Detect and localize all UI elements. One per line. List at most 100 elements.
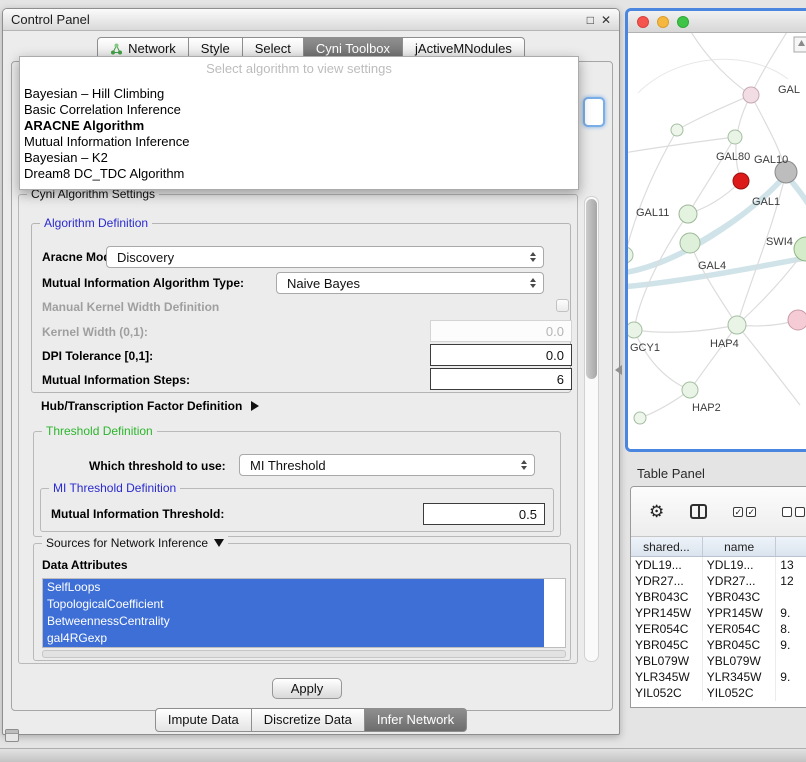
table-panel-toolbar: ⚙ ✓ ✓ — [631, 487, 806, 537]
table-row[interactable]: YBR043C YBR043C — [631, 589, 806, 605]
tab-infer-network[interactable]: Infer Network — [365, 708, 467, 732]
table-row[interactable]: YLR345W YLR345W 9. — [631, 669, 806, 685]
kernel-width-field[interactable]: 0.0 — [430, 320, 572, 342]
aracne-mode-value: Discovery — [117, 250, 530, 265]
apply-button-label: Apply — [291, 681, 324, 696]
zoom-traffic-light-icon[interactable] — [677, 16, 689, 28]
dpi-tolerance-label: DPI Tolerance [0,1]: — [42, 349, 153, 363]
combo-arrows-icon — [530, 278, 536, 288]
table-row[interactable]: YDL19... YDL19... 13 — [631, 557, 806, 573]
tab-infer-network-label: Infer Network — [377, 712, 454, 727]
table-row[interactable]: YER054C YER054C 8. — [631, 621, 806, 637]
unchecked-box-icon — [795, 507, 805, 517]
settings-scrollbar-thumb[interactable] — [586, 199, 597, 379]
control-panel-window: Control Panel □ ✕ Network Style Select C… — [2, 8, 620, 735]
list-item[interactable]: TopologicalCoefficient — [43, 596, 544, 613]
algorithm-option[interactable]: Dream8 DC_TDC Algorithm — [20, 166, 578, 182]
deselect-all-columns-icon[interactable] — [782, 507, 805, 517]
table-row[interactable]: YBR045C YBR045C 9. — [631, 637, 806, 653]
column-header[interactable] — [776, 537, 806, 556]
node-label: SWI4 — [766, 236, 793, 248]
mi-type-select[interactable]: Naive Bayes — [276, 272, 544, 294]
network-node[interactable] — [628, 247, 633, 263]
network-node-red[interactable] — [733, 173, 749, 189]
threshold-definition-title: Threshold Definition — [42, 424, 157, 438]
manual-kernel-label: Manual Kernel Width Definition — [42, 300, 219, 314]
settings-scrollbar-track[interactable] — [584, 196, 599, 662]
algorithm-option[interactable]: Bayesian – Hill Climbing — [20, 86, 578, 102]
list-item[interactable]: BetweennessCentrality — [43, 613, 544, 630]
network-scrollbar-arrow[interactable] — [794, 37, 806, 52]
network-window-titlebar[interactable] — [628, 11, 806, 33]
network-node[interactable] — [679, 205, 697, 223]
network-node[interactable] — [628, 322, 642, 338]
table-row[interactable]: YIL052C YIL052C — [631, 685, 806, 701]
network-icon — [110, 43, 123, 55]
network-view-window: GAL80 GAL10 GAL11 GAL1 SWI4 GAL4 GCY1 HA… — [625, 8, 806, 452]
list-item[interactable]: SelfLoops — [43, 579, 544, 596]
algorithm-option[interactable]: Mutual Information Inference — [20, 134, 578, 150]
mi-steps-field[interactable]: 6 — [430, 368, 572, 390]
dpi-tolerance-field[interactable]: 0.0 — [430, 344, 572, 366]
network-node[interactable] — [682, 382, 698, 398]
table-row[interactable]: YPR145W YPR145W 9. — [631, 605, 806, 621]
manual-kernel-checkbox[interactable] — [556, 299, 569, 312]
minimize-traffic-light-icon[interactable] — [657, 16, 669, 28]
cyni-algorithm-settings-group: Cyni Algorithm Settings Algorithm Defini… — [18, 194, 578, 664]
cell: 9. — [776, 605, 806, 621]
cell: YDL19... — [631, 557, 703, 573]
tab-impute-data-label: Impute Data — [168, 712, 239, 727]
apply-button[interactable]: Apply — [272, 678, 342, 699]
network-node[interactable] — [743, 87, 759, 103]
node-label: GAL4 — [698, 260, 726, 272]
network-node[interactable] — [671, 124, 683, 136]
mi-type-value: Naive Bayes — [287, 276, 530, 291]
list-horizontal-scrollbar[interactable] — [42, 650, 566, 658]
cell: YBR045C — [631, 637, 703, 653]
network-node[interactable] — [728, 130, 742, 144]
algorithm-option[interactable]: Basic Correlation Inference — [20, 102, 578, 118]
table-row[interactable]: YDR27... YDR27... 12 — [631, 573, 806, 589]
data-attributes-list: SelfLoops TopologicalCoefficient Between… — [42, 578, 566, 648]
float-window-icon[interactable]: □ — [587, 13, 594, 27]
cell: YDL19... — [703, 557, 777, 573]
algorithm-option-selected[interactable]: ARACNE Algorithm — [20, 118, 578, 134]
select-all-columns-icon[interactable]: ✓ ✓ — [733, 507, 756, 517]
sources-disclosure[interactable]: Sources for Network Inference — [42, 536, 228, 550]
cell: 8. — [776, 621, 806, 637]
network-node[interactable] — [680, 233, 700, 253]
cell: YBR043C — [703, 589, 777, 605]
network-node-pink[interactable] — [788, 310, 806, 330]
algorithm-option[interactable]: Bayesian – K2 — [20, 150, 578, 166]
algorithm-dropdown-popup: Select algorithm to view settings Bayesi… — [19, 56, 579, 190]
tab-discretize-data[interactable]: Discretize Data — [252, 708, 365, 732]
gear-icon[interactable]: ⚙ — [649, 503, 664, 520]
kernel-width-label: Kernel Width (0,1): — [42, 325, 148, 339]
close-traffic-light-icon[interactable] — [637, 16, 649, 28]
hub-definition-disclosure[interactable]: Hub/Transcription Factor Definition — [41, 399, 259, 413]
mi-threshold-field[interactable]: 0.5 — [423, 503, 545, 525]
table-row[interactable]: YBL079W YBL079W — [631, 653, 806, 669]
which-threshold-select[interactable]: MI Threshold — [239, 454, 535, 476]
column-header[interactable]: shared... — [631, 537, 703, 556]
cell: 9. — [776, 669, 806, 685]
tab-impute-data[interactable]: Impute Data — [155, 708, 252, 732]
network-canvas[interactable]: GAL80 GAL10 GAL11 GAL1 SWI4 GAL4 GCY1 HA… — [628, 33, 806, 449]
node-label: GAL1 — [752, 196, 780, 208]
aracne-mode-select[interactable]: Discovery — [106, 246, 544, 268]
close-window-icon[interactable]: ✕ — [601, 13, 611, 27]
minimized-panel-icon[interactable] — [5, 729, 19, 742]
control-panel-titlebar[interactable]: Control Panel □ ✕ — [3, 9, 619, 31]
node-label: GAL11 — [636, 207, 669, 219]
columns-icon[interactable] — [690, 504, 707, 519]
algorithm-combo-focus-fragment — [583, 97, 605, 127]
cell: 12 — [776, 573, 806, 589]
network-node[interactable] — [634, 412, 646, 424]
list-item[interactable]: gal4RGexp — [43, 630, 544, 647]
splitter-collapse-arrow[interactable] — [615, 365, 622, 375]
cell: YLR345W — [703, 669, 777, 685]
column-header[interactable]: name — [703, 537, 777, 556]
bottom-tab-bar: Impute Data Discretize Data Infer Networ… — [3, 708, 619, 732]
network-node[interactable] — [728, 316, 746, 334]
window-buttons: □ ✕ — [587, 13, 611, 27]
